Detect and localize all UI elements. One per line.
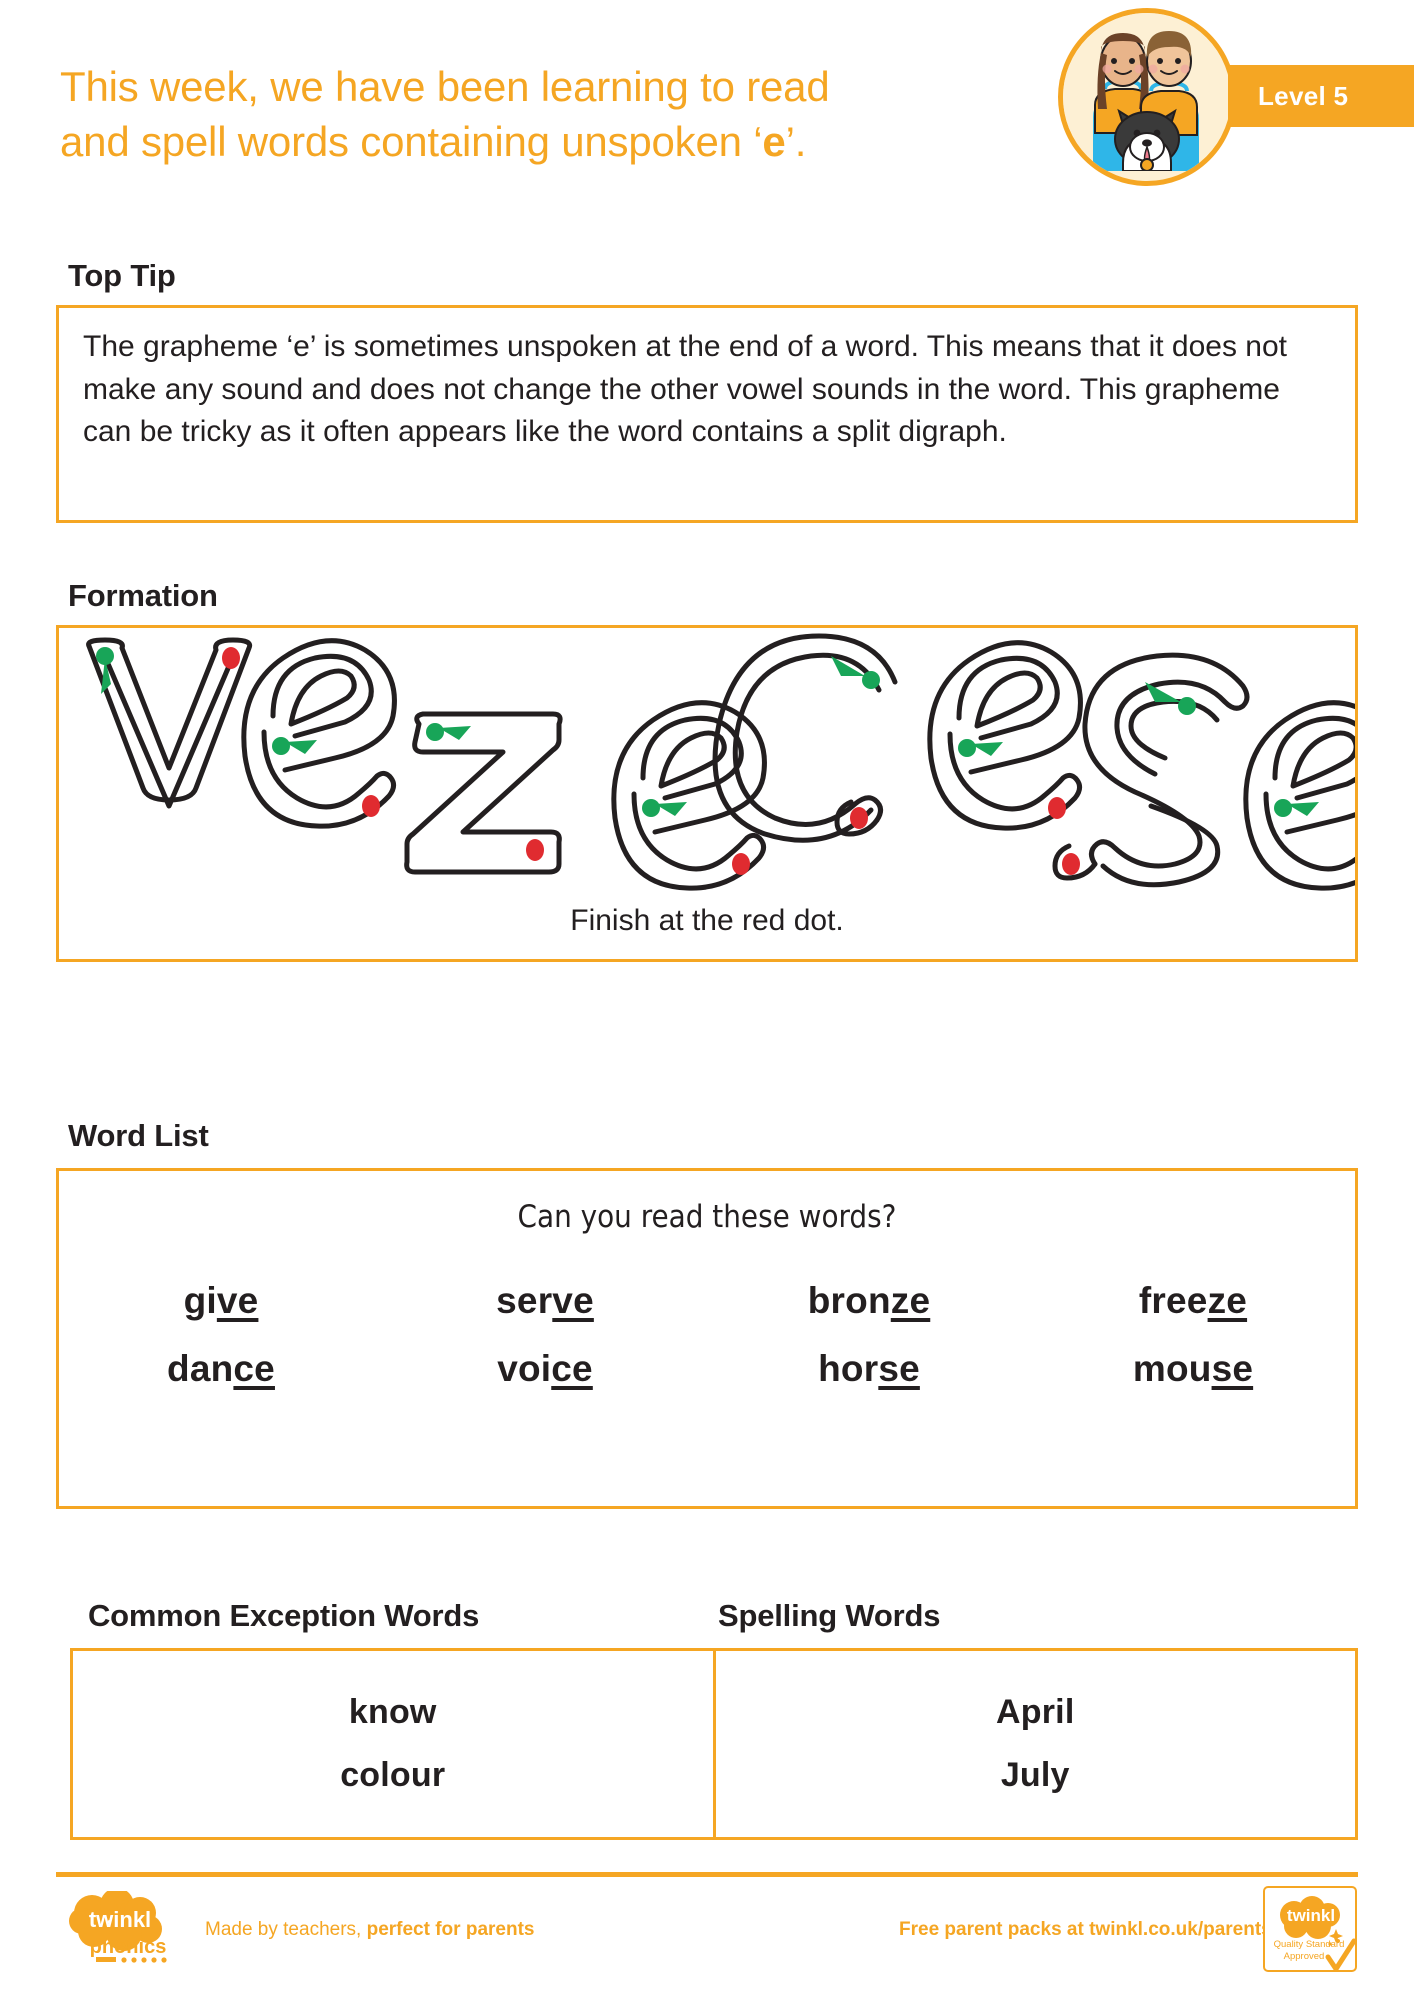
common-exception-word: colour	[340, 1756, 446, 1794]
word-row: give serve bronze freeze	[59, 1267, 1355, 1335]
page-header: This week, we have been learning to read…	[0, 0, 1414, 195]
end-dot-e3	[732, 853, 750, 875]
footer-free-parent-packs[interactable]: Free parent packs at twinkl.co.uk/parent…	[899, 1919, 1272, 1941]
start-marker-s	[1145, 682, 1196, 715]
formation-heading: Formation	[68, 578, 218, 613]
word-grapheme: ce	[233, 1348, 275, 1389]
page-title-line2-pre: and spell words containing unspoken ‘	[60, 117, 763, 165]
level-badge-label: Level 5	[1258, 80, 1349, 111]
start-marker-e1	[272, 737, 317, 755]
end-dot-s	[1062, 853, 1080, 875]
word-prefix: dan	[167, 1348, 234, 1389]
spelling-words-heading: Spelling Words	[718, 1598, 941, 1633]
top-tip-body: The grapheme ‘e’ is sometimes unspoken a…	[83, 330, 1287, 449]
formation-box: Finish at the red dot.	[56, 625, 1399, 962]
letter-c-outline	[712, 633, 898, 843]
letter-e-outline-4	[1243, 700, 1399, 891]
badge-twinkl-word: twinkl	[1287, 1906, 1335, 1925]
word-grapheme: ve	[216, 1280, 259, 1321]
word-grapheme: ze	[1207, 1280, 1248, 1321]
two-children-and-dog-illustration	[1058, 8, 1236, 186]
word-prefix: bron	[807, 1280, 891, 1321]
badge-line2: Approved	[1284, 1951, 1325, 1962]
end-dot-c	[850, 807, 868, 829]
page-title-grapheme: e	[762, 117, 786, 165]
word-prefix: voi	[497, 1348, 552, 1389]
common-exception-words-heading: Common Exception Words	[88, 1598, 480, 1633]
word-item: voice	[383, 1335, 707, 1403]
word-grapheme: se	[878, 1348, 920, 1389]
formation-caption: Finish at the red dot.	[570, 904, 844, 937]
word-prefix: ser	[496, 1280, 553, 1321]
page-title-line2-post: ’.	[785, 117, 807, 165]
word-grapheme: ce	[551, 1348, 593, 1389]
twinkl-phonics-logo: twinkl phonics	[62, 1888, 180, 1973]
word-prefix: gi	[183, 1280, 217, 1321]
twinkl-quality-standard-badge: twinkl Quality Standard Approved	[1262, 1885, 1358, 1981]
word-row: dance voice horse mouse	[59, 1335, 1355, 1403]
page-title-line1: This week, we have been learning to read	[60, 63, 830, 110]
word-prefix: free	[1138, 1280, 1208, 1321]
word-item: mouse	[1031, 1335, 1355, 1403]
footer-made-normal: Made by teachers,	[205, 1919, 367, 1940]
common-exception-words-column: know colour	[73, 1651, 716, 1837]
word-item: give	[59, 1267, 383, 1335]
word-item: bronze	[707, 1267, 1031, 1335]
word-list-heading: Word List	[68, 1118, 209, 1153]
word-grapheme: ve	[552, 1280, 594, 1321]
twinkl-phonics-logo-svg: twinkl phonics	[69, 1888, 167, 1963]
word-item: horse	[707, 1335, 1031, 1403]
word-prefix: hor	[818, 1348, 879, 1389]
spelling-word: July	[1000, 1756, 1070, 1794]
page-footer: twinkl phonics Made by teachers, perfect…	[0, 1877, 1414, 2000]
badge-line1: Quality Standard	[1274, 1939, 1345, 1950]
start-marker-z	[426, 723, 471, 741]
end-dot-v	[222, 647, 240, 669]
level-badge: Level 5	[1228, 65, 1414, 127]
spelling-word: April	[996, 1693, 1075, 1731]
word-list-prompt: Can you read these words?	[517, 1199, 897, 1235]
word-item: freeze	[1031, 1267, 1355, 1335]
word-prefix: mou	[1132, 1348, 1212, 1389]
spelling-words-column: April July	[716, 1651, 1356, 1837]
footer-made-bold: perfect for parents	[366, 1919, 535, 1940]
start-marker-e2	[958, 739, 1003, 757]
kids-illustration-svg	[1063, 13, 1221, 171]
letter-formation-svg	[86, 633, 1399, 891]
phonics-logo-word: phonics	[90, 1936, 167, 1958]
bottom-words-box: know colour April July	[70, 1648, 1358, 1840]
footer-made-by-teachers: Made by teachers, perfect for parents	[205, 1919, 534, 1941]
start-marker-e4	[1274, 799, 1319, 817]
word-item: serve	[383, 1267, 707, 1335]
top-tip-box: The grapheme ‘e’ is sometimes unspoken a…	[56, 305, 1358, 523]
word-grid: give serve bronze freeze dance voice hor…	[59, 1267, 1355, 1403]
formation-letters-art	[59, 628, 1399, 898]
end-dot-z	[526, 839, 544, 861]
word-item: dance	[59, 1335, 383, 1403]
twinkl-logo-word: twinkl	[89, 1907, 151, 1932]
end-dot-e1	[362, 795, 380, 817]
word-list-box: Can you read these words? give serve bro…	[56, 1168, 1358, 1509]
quality-standard-badge-svg: twinkl Quality Standard Approved	[1263, 1886, 1357, 1972]
end-dot-e2	[1048, 797, 1066, 819]
worksheet-page: This week, we have been learning to read…	[0, 0, 1414, 2000]
start-marker-e3	[642, 799, 687, 817]
word-grapheme: se	[1211, 1348, 1254, 1389]
common-exception-word: know	[348, 1693, 437, 1731]
word-grapheme: ze	[890, 1280, 931, 1321]
page-title: This week, we have been learning to read…	[60, 60, 1060, 169]
top-tip-heading: Top Tip	[68, 258, 176, 293]
